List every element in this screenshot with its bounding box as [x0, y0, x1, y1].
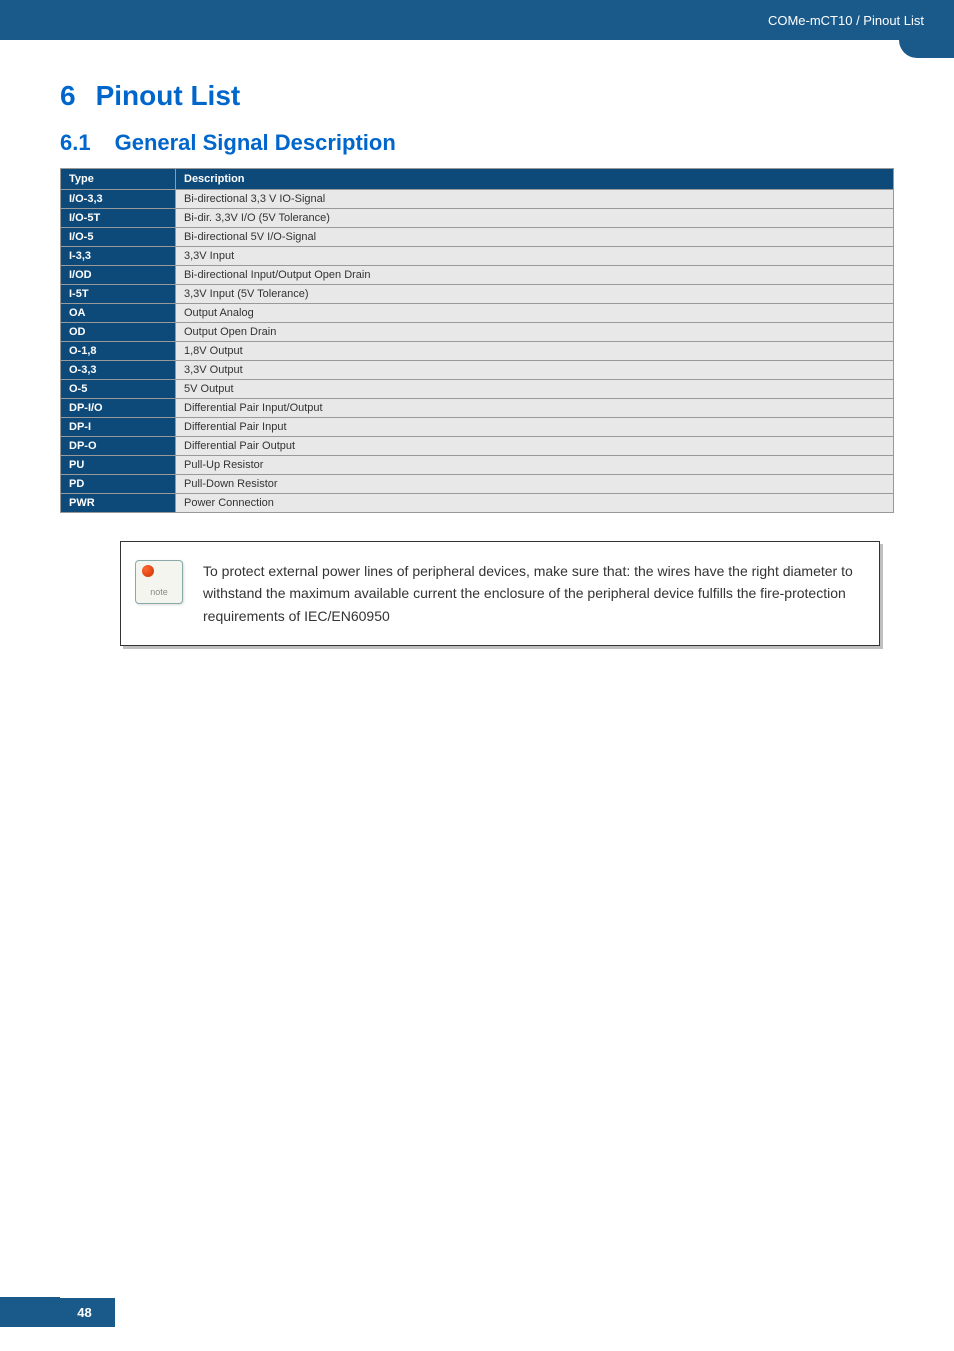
desc-cell: 5V Output — [176, 380, 894, 399]
type-cell: I/OD — [61, 266, 176, 285]
note-box: note To protect external power lines of … — [120, 541, 880, 646]
breadcrumb: COMe-mCT10 / Pinout List — [768, 13, 924, 28]
note-icon-label: note — [150, 587, 168, 597]
table-row: PWRPower Connection — [61, 494, 894, 513]
type-cell: DP-I/O — [61, 399, 176, 418]
desc-cell: Differential Pair Input/Output — [176, 399, 894, 418]
desc-cell: Bi-directional Input/Output Open Drain — [176, 266, 894, 285]
type-cell: PWR — [61, 494, 176, 513]
type-cell: DP-I — [61, 418, 176, 437]
type-cell: OD — [61, 323, 176, 342]
desc-cell: 1,8V Output — [176, 342, 894, 361]
subsection-title: General Signal Description — [115, 130, 396, 155]
type-cell: PD — [61, 475, 176, 494]
type-cell: I-3,3 — [61, 247, 176, 266]
note-icon: note — [135, 560, 183, 604]
note-text: To protect external power lines of perip… — [203, 560, 859, 627]
desc-cell: Bi-directional 3,3 V IO-Signal — [176, 190, 894, 209]
type-cell: OA — [61, 304, 176, 323]
desc-cell: 3,3V Output — [176, 361, 894, 380]
table-row: DP-IDifferential Pair Input — [61, 418, 894, 437]
table-row: I-5T3,3V Input (5V Tolerance) — [61, 285, 894, 304]
table-row: O-3,33,3V Output — [61, 361, 894, 380]
desc-cell: Pull-Up Resistor — [176, 456, 894, 475]
signal-table: Type Description I/O-3,3Bi-directional 3… — [60, 168, 894, 513]
desc-cell: Bi-dir. 3,3V I/O (5V Tolerance) — [176, 209, 894, 228]
type-cell: O-1,8 — [61, 342, 176, 361]
desc-cell: Pull-Down Resistor — [176, 475, 894, 494]
table-row: I/O-3,3Bi-directional 3,3 V IO-Signal — [61, 190, 894, 209]
table-row: I/O-5TBi-dir. 3,3V I/O (5V Tolerance) — [61, 209, 894, 228]
desc-cell: Output Open Drain — [176, 323, 894, 342]
table-row: O-55V Output — [61, 380, 894, 399]
table-row: DP-I/ODifferential Pair Input/Output — [61, 399, 894, 418]
table-row: PDPull-Down Resistor — [61, 475, 894, 494]
type-cell: I/O-5 — [61, 228, 176, 247]
type-cell: I/O-5T — [61, 209, 176, 228]
table-row: DP-ODifferential Pair Output — [61, 437, 894, 456]
desc-cell: Power Connection — [176, 494, 894, 513]
section-heading: 6 Pinout List — [60, 80, 894, 112]
th-type: Type — [61, 169, 176, 190]
type-cell: I-5T — [61, 285, 176, 304]
table-row: O-1,81,8V Output — [61, 342, 894, 361]
type-cell: DP-O — [61, 437, 176, 456]
type-cell: O-3,3 — [61, 361, 176, 380]
table-row: PUPull-Up Resistor — [61, 456, 894, 475]
subsection-heading: 6.1 General Signal Description — [60, 130, 894, 156]
desc-cell: 3,3V Input (5V Tolerance) — [176, 285, 894, 304]
desc-cell: Output Analog — [176, 304, 894, 323]
desc-cell: Differential Pair Output — [176, 437, 894, 456]
table-row: ODOutput Open Drain — [61, 323, 894, 342]
page-content: 6 Pinout List 6.1 General Signal Descripti… — [0, 40, 954, 646]
footer-decor — [0, 1297, 60, 1327]
table-row: I-3,33,3V Input — [61, 247, 894, 266]
page-number: 48 — [60, 1298, 115, 1327]
table-row: I/ODBi-directional Input/Output Open Dra… — [61, 266, 894, 285]
subsection-number: 6.1 — [60, 130, 91, 156]
type-cell: O-5 — [61, 380, 176, 399]
desc-cell: 3,3V Input — [176, 247, 894, 266]
pin-icon — [142, 565, 154, 577]
table-row: I/O-5Bi-directional 5V I/O-Signal — [61, 228, 894, 247]
section-number: 6 — [60, 80, 76, 112]
section-title: Pinout List — [96, 80, 241, 111]
header-bar: COMe-mCT10 / Pinout List — [0, 0, 954, 40]
table-row: OAOutput Analog — [61, 304, 894, 323]
desc-cell: Bi-directional 5V I/O-Signal — [176, 228, 894, 247]
type-cell: PU — [61, 456, 176, 475]
th-description: Description — [176, 169, 894, 190]
desc-cell: Differential Pair Input — [176, 418, 894, 437]
type-cell: I/O-3,3 — [61, 190, 176, 209]
